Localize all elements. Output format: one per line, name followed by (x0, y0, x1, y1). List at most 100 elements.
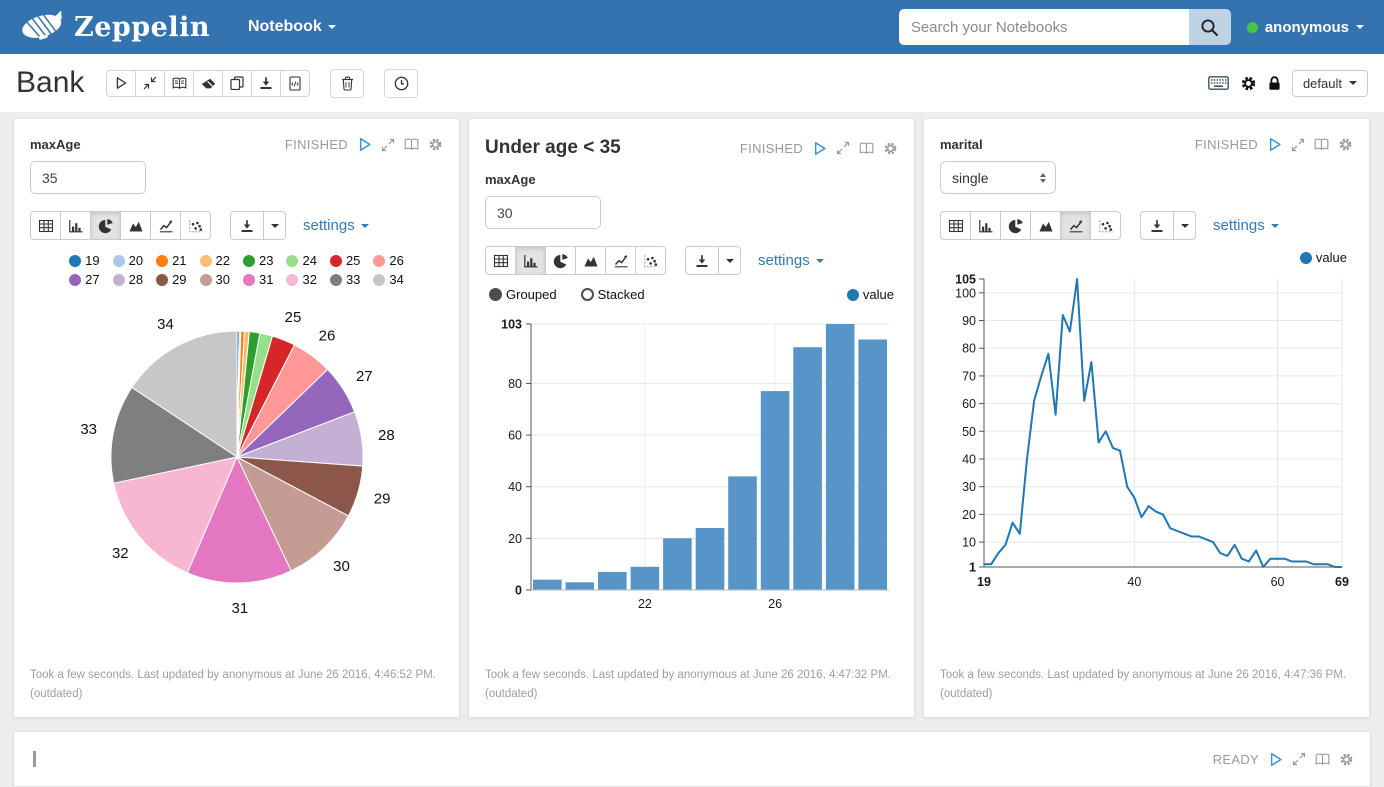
bar-23[interactable] (663, 538, 692, 590)
chart-type-scatter-button[interactable] (635, 246, 666, 275)
chart-type-bar-button[interactable] (970, 211, 1001, 240)
download-data-button[interactable] (685, 246, 719, 275)
expand-fullscreen-icon[interactable] (381, 138, 395, 152)
legend-item[interactable]: 23 (243, 253, 273, 268)
scheduler-button[interactable] (384, 69, 418, 98)
paragraph-gear-icon[interactable] (428, 137, 443, 152)
bar-29[interactable] (858, 340, 887, 591)
legend-item[interactable]: 25 (330, 253, 360, 268)
notebook-menu[interactable]: Notebook (248, 18, 336, 36)
chart-settings-link[interactable]: settings (758, 252, 824, 269)
search-button[interactable] (1189, 9, 1231, 45)
expand-fullscreen-icon[interactable] (1292, 752, 1306, 766)
legend-item[interactable]: 30 (200, 272, 230, 287)
chart-type-area-button[interactable] (120, 211, 151, 240)
interpreter-binding-button[interactable]: default (1292, 70, 1368, 97)
export-note-button[interactable] (251, 70, 281, 97)
chart-type-line-button[interactable] (1060, 211, 1091, 240)
paragraph-gear-icon[interactable] (1338, 137, 1353, 152)
collapse-all-button[interactable] (135, 70, 165, 97)
legend-item[interactable]: 26 (373, 253, 403, 268)
legend-item[interactable]: 20 (113, 253, 143, 268)
legend-item[interactable]: 22 (200, 253, 230, 268)
chart-type-table-button[interactable] (30, 211, 61, 240)
show-hide-code-button[interactable] (164, 70, 194, 97)
run-paragraph-icon[interactable] (357, 137, 372, 152)
user-menu[interactable]: anonymous (1247, 19, 1364, 36)
legend-item[interactable]: 21 (156, 253, 186, 268)
permissions-lock-icon[interactable] (1268, 76, 1281, 91)
chart-type-area-button[interactable] (575, 246, 606, 275)
download-options-button[interactable] (719, 246, 741, 275)
chart-type-pie-button[interactable] (1000, 211, 1031, 240)
chart-settings-link[interactable]: settings (303, 217, 369, 234)
bar-21[interactable] (598, 572, 627, 590)
bar-24[interactable] (696, 528, 725, 590)
paragraph-gear-icon[interactable] (1339, 752, 1354, 767)
bar-22[interactable] (631, 567, 660, 590)
bar-25[interactable] (728, 476, 757, 590)
legend-item[interactable]: 24 (286, 253, 316, 268)
legend-dot-icon (373, 255, 385, 267)
chart-type-pie-button[interactable] (545, 246, 576, 275)
delete-note-button[interactable] (330, 69, 364, 98)
legend-item[interactable]: 33 (330, 272, 360, 287)
bar-20[interactable] (566, 582, 595, 590)
maxage-input[interactable] (485, 196, 601, 229)
chart-type-bar-button[interactable] (515, 246, 546, 275)
chart-type-scatter-button[interactable] (1090, 211, 1121, 240)
open-editor-icon[interactable] (859, 142, 874, 155)
legend-item[interactable]: 31 (243, 272, 273, 287)
line-series-value[interactable] (984, 279, 1342, 567)
chart-type-pie-button[interactable] (90, 211, 121, 240)
chart-type-line-button[interactable] (605, 246, 636, 275)
pie-slice-label: 26 (319, 328, 336, 345)
download-options-button[interactable] (1174, 211, 1196, 240)
download-data-button[interactable] (230, 211, 264, 240)
chart-type-scatter-button[interactable] (180, 211, 211, 240)
legend-item[interactable]: 29 (156, 272, 186, 287)
run-paragraph-icon[interactable] (812, 141, 827, 156)
expand-fullscreen-icon[interactable] (836, 141, 850, 155)
chart-settings-link[interactable]: settings (1213, 217, 1279, 234)
chart-type-table-button[interactable] (940, 211, 971, 240)
bar-28[interactable] (826, 324, 855, 590)
legend-item[interactable]: 32 (286, 272, 316, 287)
bar-27[interactable] (793, 347, 822, 590)
download-data-button[interactable] (1140, 211, 1174, 240)
legend-item[interactable]: 19 (69, 253, 99, 268)
note-settings-gear-icon[interactable] (1240, 75, 1257, 92)
marital-select[interactable]: single (940, 161, 1056, 194)
empty-paragraph[interactable]: READY (13, 731, 1371, 787)
chart-type-bar-button[interactable] (60, 211, 91, 240)
legend-item[interactable]: 34 (373, 272, 403, 287)
chart-type-table-button[interactable] (485, 246, 516, 275)
zeppelin-brand[interactable]: Zeppelin (20, 9, 210, 45)
chevron-down-icon (816, 259, 824, 263)
legend-item[interactable]: 27 (69, 272, 99, 287)
grouped-radio[interactable]: Grouped (489, 287, 557, 302)
search-input[interactable] (899, 9, 1189, 45)
chart-type-line-button[interactable] (150, 211, 181, 240)
maxage-input[interactable] (30, 161, 146, 194)
bar-26[interactable] (761, 391, 790, 590)
run-paragraph-icon[interactable] (1267, 137, 1282, 152)
bar-19[interactable] (533, 580, 562, 590)
series-legend[interactable]: value (847, 287, 894, 302)
run-paragraph-icon[interactable] (1268, 752, 1283, 767)
open-editor-icon[interactable] (404, 138, 419, 151)
clear-output-button[interactable] (193, 70, 223, 97)
download-options-button[interactable] (264, 211, 286, 240)
clone-note-button[interactable] (222, 70, 252, 97)
run-all-button[interactable] (106, 70, 136, 97)
expand-fullscreen-icon[interactable] (1291, 138, 1305, 152)
stacked-radio[interactable]: Stacked (581, 287, 645, 302)
keyboard-shortcuts-icon[interactable] (1208, 76, 1229, 90)
open-editor-icon[interactable] (1314, 138, 1329, 151)
version-control-button[interactable] (280, 70, 310, 97)
legend-item[interactable]: 28 (113, 272, 143, 287)
open-editor-icon[interactable] (1315, 753, 1330, 766)
chart-type-area-button[interactable] (1030, 211, 1061, 240)
paragraph-gear-icon[interactable] (883, 141, 898, 156)
series-legend[interactable]: value (1300, 250, 1353, 265)
